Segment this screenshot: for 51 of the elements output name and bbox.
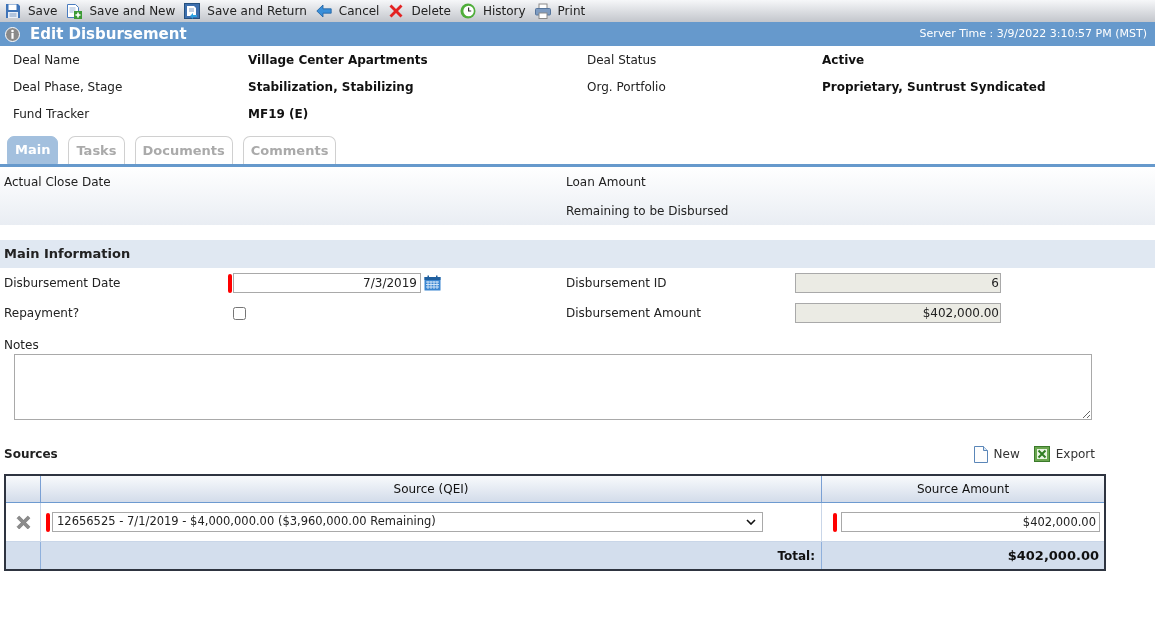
left-arrow-icon bbox=[315, 3, 332, 19]
field-label: Repayment? bbox=[4, 305, 80, 322]
section-title: Sources bbox=[4, 446, 58, 463]
x-mark-icon bbox=[388, 3, 405, 19]
page-title: Edit Disbursement bbox=[30, 23, 187, 45]
date-field[interactable]: 7/3/2019 bbox=[233, 273, 421, 293]
clock-icon bbox=[459, 3, 476, 19]
field-label: Actual Close Date bbox=[4, 173, 112, 191]
delete-row-icon[interactable] bbox=[15, 514, 31, 530]
field-label: Notes bbox=[4, 337, 39, 354]
field-label: Deal Name bbox=[13, 51, 81, 69]
server-time: Server Time : 3/9/2022 3:10:57 PM (MST) bbox=[919, 25, 1147, 42]
field-label: Remaining to be Disbursed bbox=[566, 202, 730, 220]
field-label: Deal Phase, Stage bbox=[13, 78, 124, 96]
calendar-icon[interactable] bbox=[424, 275, 441, 291]
history-button[interactable]: History bbox=[455, 1, 530, 21]
checkbox[interactable] bbox=[233, 306, 246, 320]
field-label: Loan Amount bbox=[566, 173, 647, 191]
field-value: Stabilization, Stabilizing bbox=[248, 78, 415, 96]
column-header: Source Amount bbox=[916, 481, 1010, 498]
chevron-down-icon bbox=[746, 519, 756, 525]
source-select[interactable]: 12656525 - 7/1/2019 - $4,000,000.00 ($3,960,000.00 Remaining) bbox=[52, 512, 763, 532]
print-button[interactable]: Print bbox=[530, 1, 590, 21]
column-header: Source (QEI) bbox=[393, 481, 469, 498]
field-label: Fund Tracker bbox=[13, 105, 91, 123]
field-label: Deal Status bbox=[587, 51, 658, 69]
delete-button[interactable]: Delete bbox=[384, 1, 455, 21]
save-and-new-button[interactable]: Save and New bbox=[62, 1, 180, 21]
new-button[interactable]: New bbox=[973, 445, 1020, 463]
notes-field[interactable] bbox=[14, 354, 1092, 420]
field-value: Village Center Apartments bbox=[248, 51, 429, 69]
spreadsheet-icon bbox=[1033, 446, 1050, 462]
save-button[interactable]: Save bbox=[1, 1, 62, 21]
field-label: Disbursement Amount bbox=[566, 305, 702, 322]
field-label: Org. Portfolio bbox=[587, 78, 667, 96]
amount-field[interactable]: $402,000.00 bbox=[841, 512, 1100, 532]
printer-icon bbox=[534, 3, 551, 19]
total-label: Total: bbox=[777, 547, 815, 565]
info-icon bbox=[5, 26, 20, 42]
field-value: MF19 (E) bbox=[248, 105, 310, 123]
export-button[interactable]: Export bbox=[1033, 445, 1095, 463]
save-and-return-button[interactable]: Save and Return bbox=[180, 1, 311, 21]
section-header: Main Information bbox=[0, 240, 1155, 268]
field-value: Active bbox=[822, 51, 866, 69]
cancel-button[interactable]: Cancel bbox=[311, 1, 384, 21]
field-label: Disbursement ID bbox=[566, 275, 668, 292]
field-value: Proprietary, Suntrust Syndicated bbox=[822, 78, 1047, 96]
total-value: $402,000.00 bbox=[1007, 546, 1099, 565]
field-label: Disbursement Date bbox=[4, 275, 122, 292]
document-icon bbox=[973, 445, 988, 463]
document-plus-icon bbox=[66, 3, 83, 19]
